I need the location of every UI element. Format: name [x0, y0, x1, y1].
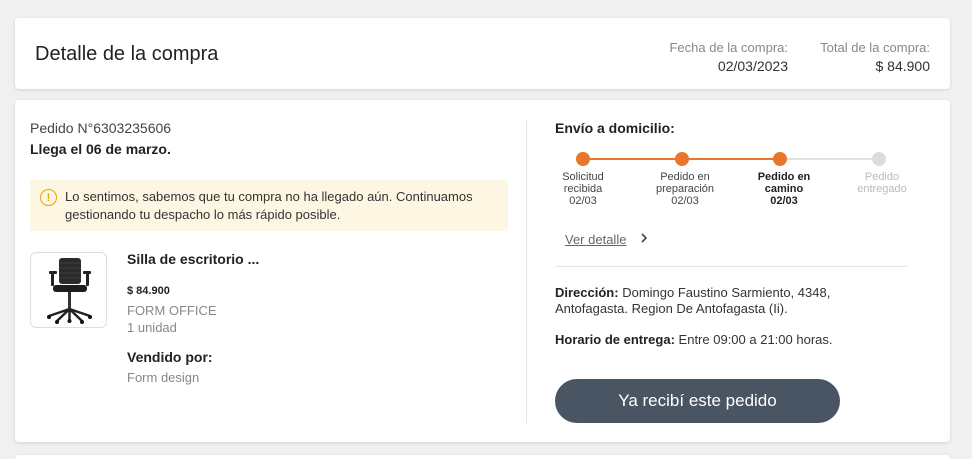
column-divider — [526, 120, 527, 423]
office-chair-image — [46, 258, 92, 324]
warning-info-icon: ! — [40, 189, 57, 206]
purchase-date-label: Fecha de la compra: — [669, 40, 788, 55]
next-card-edge — [15, 455, 950, 459]
step-label-in-transit: Pedido en camino 02/03 — [757, 171, 811, 207]
view-detail-link[interactable]: Ver detalle — [565, 232, 626, 247]
delay-alert: ! Lo sentimos, sabemos que tu compra no … — [30, 180, 508, 231]
order-card: Pedido N°6303235606 Llega el 06 de marzo… — [15, 100, 950, 442]
progress-line-pending — [780, 158, 879, 160]
purchase-total: Total de la compra: $ 84.900 — [820, 40, 930, 74]
step-label-requested: Solicitud recibida 02/03 — [562, 171, 604, 207]
step-label-delivered: Pedido entregado — [857, 171, 907, 195]
step-dot-requested — [576, 152, 590, 166]
sold-by-label: Vendido por: — [127, 349, 213, 365]
section-divider — [555, 266, 907, 267]
purchase-date-value: 02/03/2023 — [717, 58, 788, 74]
step-dot-in-transit — [773, 152, 787, 166]
order-received-button[interactable]: Ya recibí este pedido — [555, 379, 840, 423]
alert-text: Lo sentimos, sabemos que tu compra no ha… — [65, 189, 473, 222]
address-label: Dirección: — [555, 285, 619, 300]
shipping-title: Envío a domicilio: — [555, 120, 675, 136]
product-quantity: 1 unidad — [127, 320, 177, 335]
delivery-address: Dirección: Domingo Faustino Sarmiento, 4… — [555, 285, 905, 317]
product-thumbnail[interactable] — [30, 252, 107, 328]
purchase-date: Fecha de la compra: 02/03/2023 — [669, 40, 788, 74]
purchase-total-value: $ 84.900 — [875, 58, 931, 74]
page-title: Detalle de la compra — [35, 43, 219, 65]
product-name[interactable]: Silla de escritorio ... — [127, 251, 259, 267]
chevron-right-icon[interactable] — [639, 231, 649, 248]
arrival-date: Llega el 06 de marzo. — [30, 141, 171, 157]
step-dot-preparing — [675, 152, 689, 166]
purchase-total-label: Total de la compra: — [820, 40, 930, 55]
seller-name: Form design — [127, 370, 200, 385]
step-dot-delivered — [872, 152, 886, 166]
step-label-preparing: Pedido en preparación 02/03 — [655, 171, 715, 207]
product-price: $ 84.900 — [127, 285, 170, 297]
product-brand: FORM OFFICE — [127, 303, 217, 318]
order-number: Pedido N°6303235606 — [30, 120, 172, 136]
hours-label: Horario de entrega: — [555, 332, 675, 347]
hours-value: Entre 09:00 a 21:00 horas. — [678, 332, 833, 347]
purchase-header: Detalle de la compra Fecha de la compra:… — [15, 18, 950, 89]
delivery-hours: Horario de entrega: Entre 09:00 a 21:00 … — [555, 332, 833, 347]
